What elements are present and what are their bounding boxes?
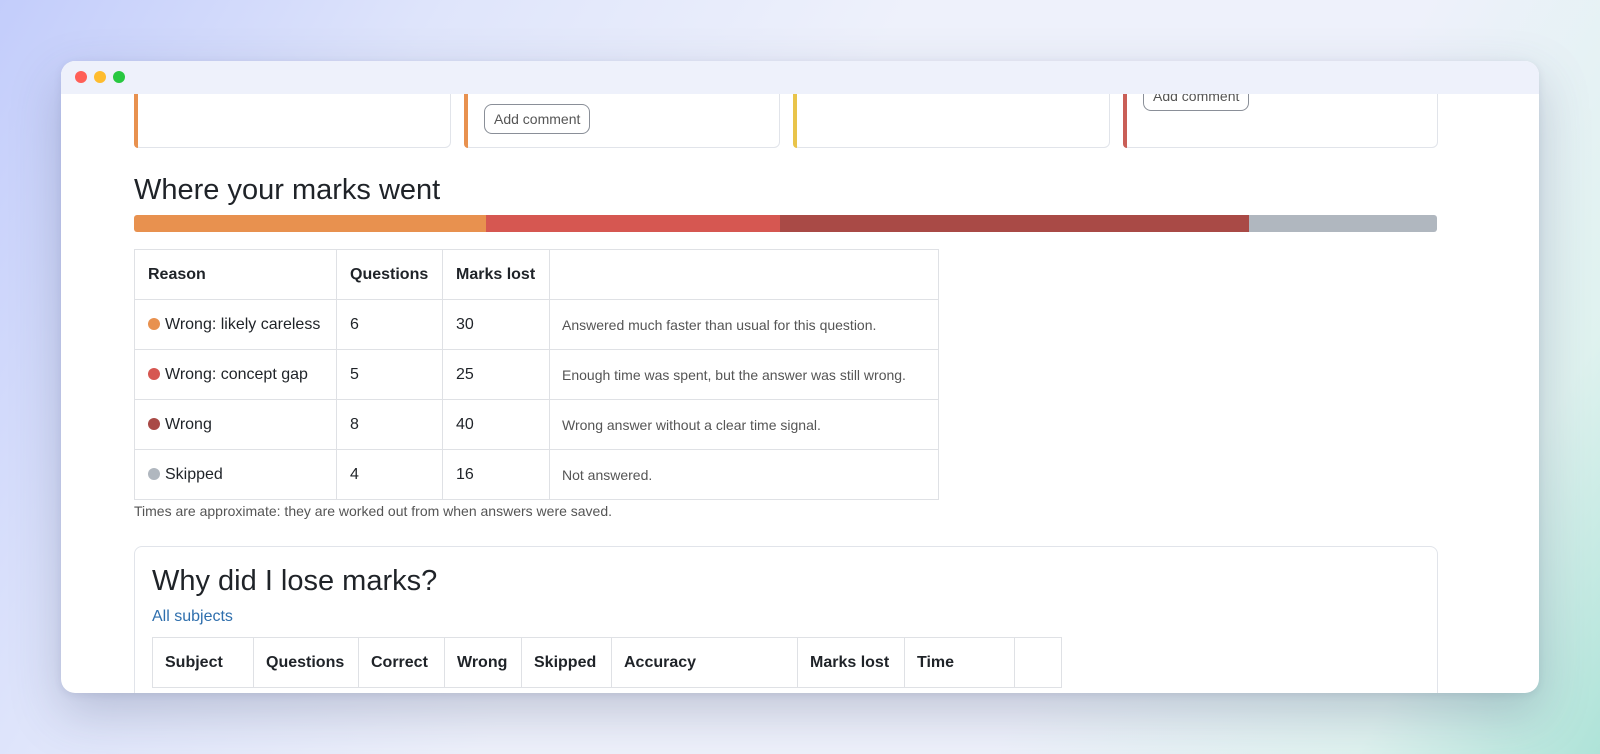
legend-dot-icon	[148, 367, 160, 380]
add-comment-button[interactable]: Add comment	[484, 104, 591, 134]
page-content: Add comment Add comment Where your marks…	[61, 94, 1539, 693]
column-header[interactable]: Marks lost	[797, 637, 905, 688]
legend-dot-icon	[148, 417, 160, 430]
table-header-row: Reason Questions Marks lost	[134, 249, 939, 300]
card-accent	[134, 94, 138, 148]
column-header: Questions	[336, 249, 443, 300]
marks-lost-cell: 16	[442, 449, 550, 500]
questions-cell: 5	[336, 349, 443, 400]
questions-cell: 6	[336, 299, 443, 350]
column-header	[1014, 637, 1062, 688]
reason-cell: Skipped	[134, 449, 337, 500]
question-card-2: Add comment	[464, 94, 780, 148]
column-header[interactable]: Wrong	[444, 637, 522, 688]
note-cell: Not answered.	[549, 449, 939, 500]
question-card-1	[134, 94, 451, 148]
all-subjects-link[interactable]: All subjects	[152, 608, 233, 626]
card-accent	[793, 94, 797, 148]
timing-footnote: Times are approximate: they are worked o…	[134, 503, 613, 519]
reason-table: Reason Questions Marks lost Wrong: likel…	[134, 249, 939, 500]
reason-label: Skipped	[165, 465, 223, 483]
minimize-window-button[interactable]	[94, 71, 106, 83]
note-cell: Answered much faster than usual for this…	[549, 299, 939, 350]
panel-title: Why did I lose marks?	[152, 565, 438, 597]
reason-cell: Wrong: concept gap	[134, 349, 337, 400]
table-header-row: Subject Questions Correct Wrong Skipped …	[152, 637, 1062, 688]
marks-distribution-bar	[134, 215, 1437, 232]
marks-bar-segment	[1249, 215, 1437, 232]
reason-label: Wrong: concept gap	[165, 365, 308, 383]
subject-table: Subject Questions Correct Wrong Skipped …	[152, 637, 1062, 688]
legend-dot-icon	[148, 467, 160, 480]
table-row: Wrong 8 40 Wrong answer without a clear …	[134, 399, 939, 450]
table-row: Skipped 4 16 Not answered.	[134, 449, 939, 500]
marks-bar-segment	[486, 215, 780, 232]
question-card-4: Add comment	[1123, 94, 1438, 148]
column-header[interactable]: Subject	[152, 637, 254, 688]
add-comment-button[interactable]: Add comment	[1143, 94, 1250, 111]
questions-cell: 8	[336, 399, 443, 450]
lose-marks-panel: Why did I lose marks? All subjects Subje…	[134, 546, 1438, 693]
column-header[interactable]: Time	[904, 637, 1015, 688]
marks-bar-segment	[134, 215, 487, 232]
column-header: Reason	[134, 249, 337, 300]
marks-lost-cell: 25	[442, 349, 550, 400]
column-header	[549, 249, 939, 300]
section-title: Where your marks went	[134, 174, 441, 206]
column-header[interactable]: Questions	[253, 637, 359, 688]
marks-lost-cell: 40	[442, 399, 550, 450]
column-header: Marks lost	[442, 249, 550, 300]
note-cell: Enough time was spent, but the answer wa…	[549, 349, 939, 400]
reason-cell: Wrong	[134, 399, 337, 450]
table-row: Wrong: likely careless 6 30 Answered muc…	[134, 299, 939, 350]
note-cell: Wrong answer without a clear time signal…	[549, 399, 939, 450]
card-accent	[1123, 94, 1127, 148]
questions-cell: 4	[336, 449, 443, 500]
maximize-window-button[interactable]	[113, 71, 125, 83]
column-header[interactable]: Correct	[358, 637, 445, 688]
reason-label: Wrong	[165, 415, 212, 433]
title-bar	[61, 61, 1539, 94]
column-header[interactable]: Skipped	[521, 637, 612, 688]
reason-label: Wrong: likely careless	[165, 315, 321, 333]
column-header[interactable]: Accuracy	[611, 637, 798, 688]
question-card-3	[793, 94, 1110, 148]
app-window: Add comment Add comment Where your marks…	[61, 61, 1539, 693]
card-accent	[464, 94, 468, 148]
table-row: Wrong: concept gap 5 25 Enough time was …	[134, 349, 939, 400]
close-window-button[interactable]	[75, 71, 87, 83]
reason-cell: Wrong: likely careless	[134, 299, 337, 350]
marks-lost-cell: 30	[442, 299, 550, 350]
legend-dot-icon	[148, 317, 160, 330]
marks-bar-segment	[779, 215, 1250, 232]
